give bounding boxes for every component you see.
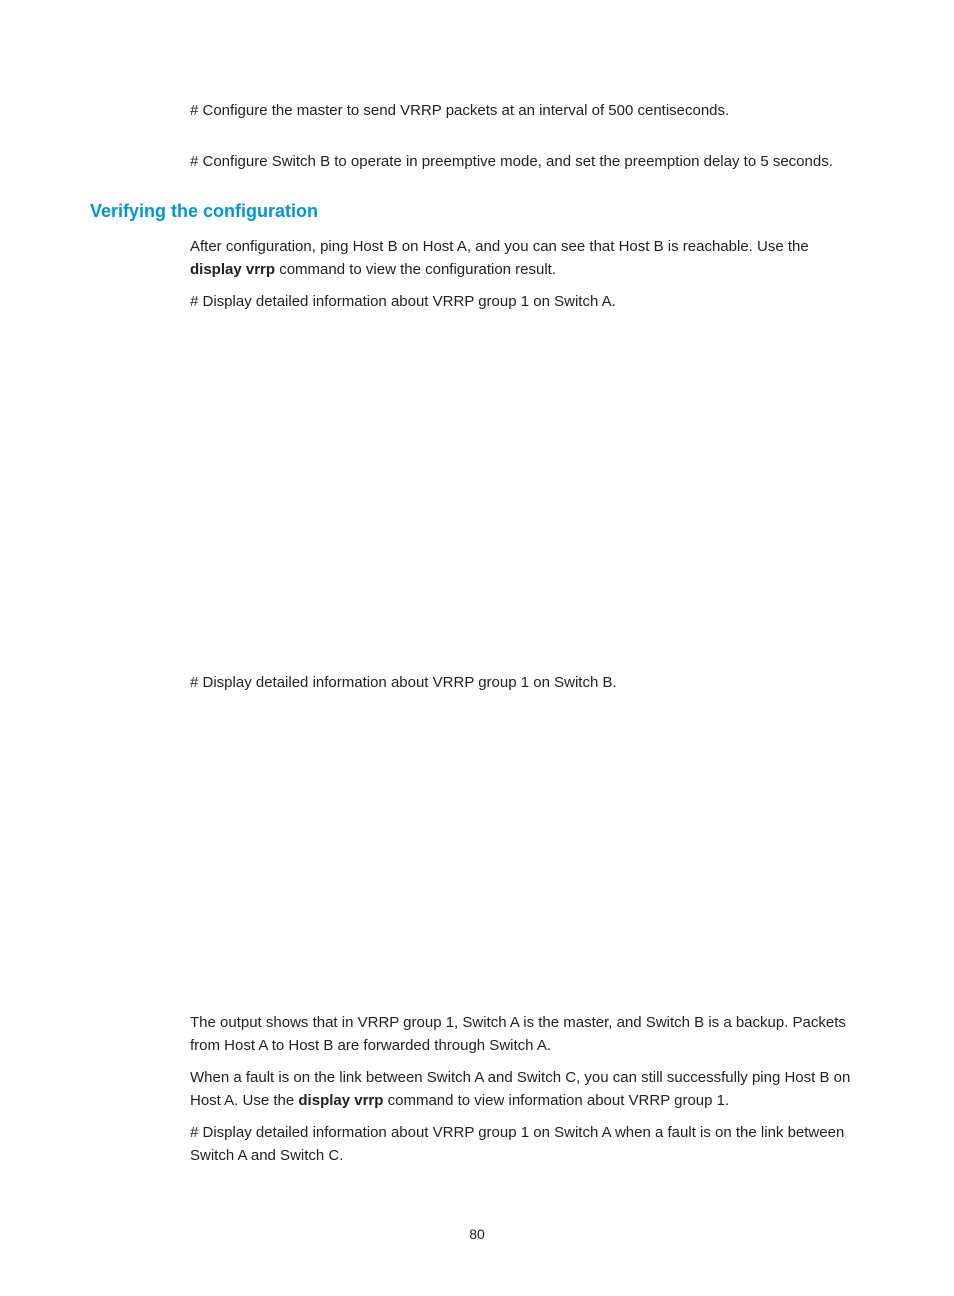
text-run: After configuration, ping Host B on Host… [190,238,809,255]
content-gap [190,722,864,1012]
text-run: command to view information about VRRP g… [383,1092,729,1109]
section-heading: Verifying the configuration [90,201,864,222]
body-text: # Configure the master to send VRRP pack… [190,100,864,123]
bold-text: display vrrp [190,261,275,278]
text-run: command to view the configuration result… [275,261,556,278]
body-text: # Display detailed information about VRR… [190,1122,864,1167]
page-number: 80 [0,1226,954,1242]
body-text: After configuration, ping Host B on Host… [190,236,864,281]
body-text: # Display detailed information about VRR… [190,291,864,314]
page-content: # Configure the master to send VRRP pack… [0,0,954,1167]
indented-block: After configuration, ping Host B on Host… [90,236,864,1167]
body-text: The output shows that in VRRP group 1, S… [190,1012,864,1057]
body-text: # Configure Switch B to operate in preem… [190,151,864,174]
body-text: # Display detailed information about VRR… [190,672,864,695]
indented-block: # Configure the master to send VRRP pack… [90,100,864,173]
bold-text: display vrrp [298,1092,383,1109]
content-gap [190,342,864,672]
body-text: When a fault is on the link between Swit… [190,1067,864,1112]
